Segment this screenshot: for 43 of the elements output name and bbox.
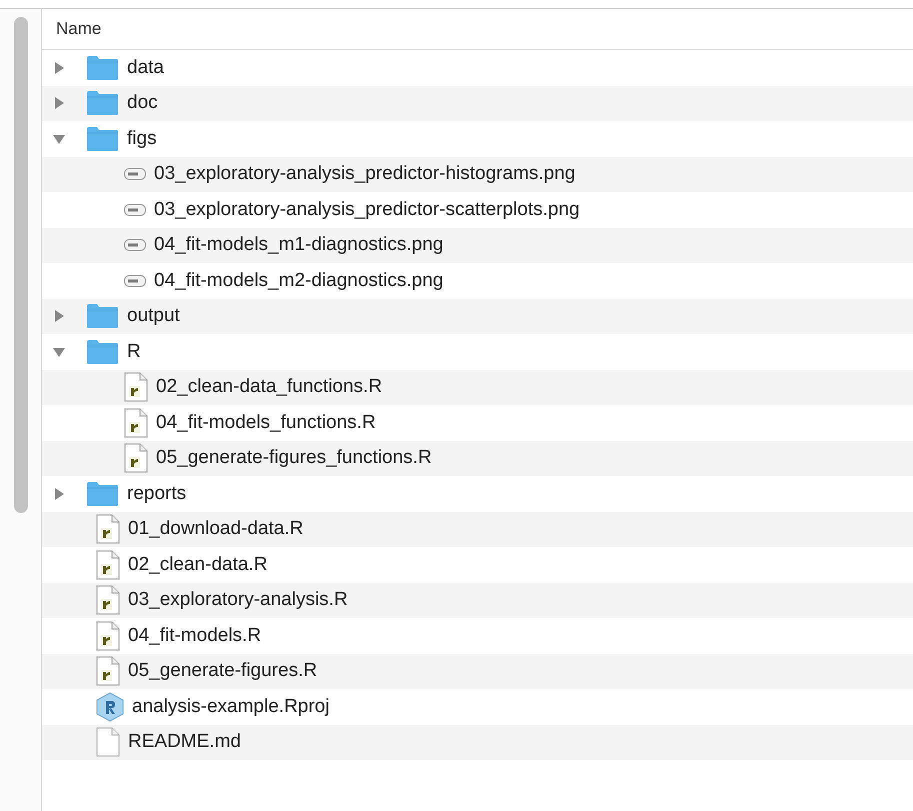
file-name[interactable]: figs — [127, 128, 157, 150]
script-file-icon — [124, 443, 148, 474]
script-file-icon — [96, 656, 120, 686]
file-name[interactable]: 02_clean-data_functions.R — [156, 376, 382, 398]
script-file-icon — [96, 550, 120, 580]
file-name[interactable]: data — [127, 56, 164, 79]
folder-icon — [86, 303, 119, 330]
image-file-icon — [124, 274, 146, 287]
folder-icon — [86, 338, 119, 365]
document-icon — [96, 727, 120, 758]
file-name[interactable]: 02_clean-data.R — [128, 554, 268, 576]
image-file-icon — [124, 168, 146, 180]
scrollbar-thumb[interactable] — [14, 17, 28, 513]
file-name[interactable]: 05_generate-figures.R — [128, 660, 318, 682]
file-name[interactable]: 04_fit-models_m2-diagnostics.png — [154, 270, 444, 292]
column-header[interactable]: Name — [56, 19, 102, 39]
file-name[interactable]: 04_fit-models.R — [128, 624, 262, 647]
folder-icon — [86, 480, 119, 507]
expand-triangle-icon[interactable] — [52, 96, 66, 110]
script-file-icon — [124, 372, 148, 402]
script-file-icon — [96, 620, 120, 651]
script-file-icon — [124, 408, 148, 438]
expand-triangle-icon[interactable] — [52, 309, 66, 324]
file-name[interactable]: 03_exploratory-analysis_predictor-scatterplots.png — [154, 198, 580, 221]
file-name[interactable]: 01_download-data.R — [128, 518, 304, 540]
file-name[interactable]: 03_exploratory-analysis.R — [128, 589, 348, 612]
file-name[interactable]: reports — [127, 482, 186, 505]
file-name[interactable]: README.md — [128, 731, 241, 754]
file-name[interactable]: analysis-example.Rproj — [132, 696, 330, 718]
file-name[interactable]: doc — [127, 92, 158, 114]
folder-icon — [86, 90, 119, 116]
image-file-icon — [124, 239, 146, 252]
project-file-icon — [96, 692, 124, 722]
script-file-icon — [96, 514, 120, 544]
file-name[interactable]: 04_fit-models_functions.R — [156, 412, 376, 434]
image-file-icon — [124, 204, 146, 216]
expand-triangle-icon[interactable] — [52, 486, 66, 501]
expand-triangle-icon[interactable] — [52, 60, 66, 75]
file-name[interactable]: output — [127, 305, 180, 328]
folder-icon — [86, 54, 119, 81]
script-file-icon — [96, 585, 120, 616]
folder-icon — [86, 126, 119, 152]
file-name[interactable]: R — [127, 340, 141, 363]
